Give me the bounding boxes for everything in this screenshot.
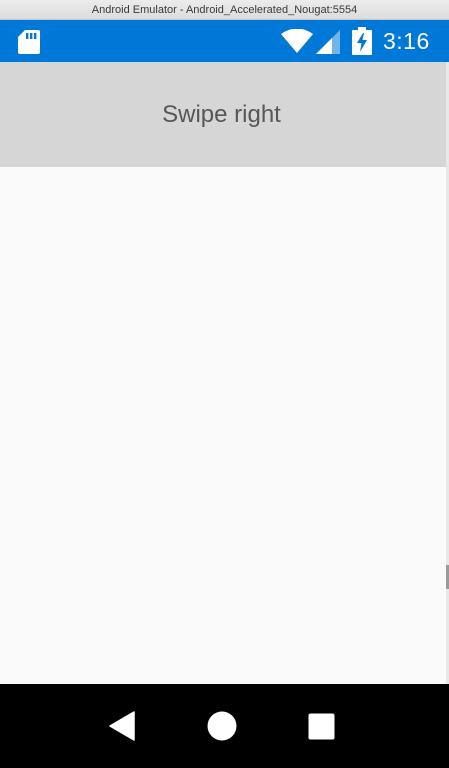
wifi-icon (281, 29, 313, 53)
header-title: Swipe right (162, 100, 281, 128)
home-icon[interactable] (206, 710, 238, 742)
swipe-header: Swipe right (0, 62, 449, 167)
navigation-bar (0, 684, 449, 768)
window-title-bar[interactable]: Android Emulator - Android_Accelerated_N… (0, 0, 449, 20)
emulator-window: Android Emulator - Android_Accelerated_N… (0, 0, 449, 768)
sd-card-icon (18, 30, 40, 54)
cellular-signal-icon (316, 30, 340, 54)
status-bar[interactable]: 3:16 (0, 20, 449, 62)
back-icon[interactable] (108, 711, 138, 741)
recents-icon[interactable] (308, 713, 335, 740)
status-clock: 3:16 (383, 28, 430, 54)
battery-charging-icon (352, 27, 372, 55)
window-title: Android Emulator - Android_Accelerated_N… (91, 3, 358, 16)
swipe-area[interactable] (0, 167, 446, 684)
